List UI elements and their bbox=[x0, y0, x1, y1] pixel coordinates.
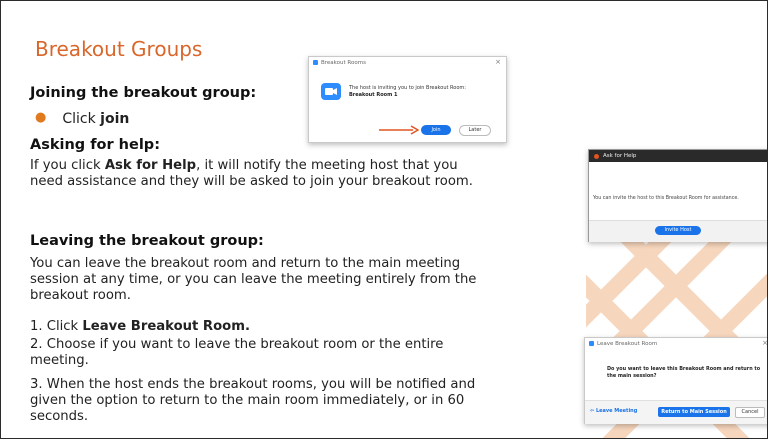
exit-icon: ⇦ bbox=[590, 408, 595, 414]
zoom-app-icon bbox=[313, 60, 318, 65]
leaving-intro: You can leave the breakout room and retu… bbox=[30, 256, 477, 303]
close-icon[interactable]: × bbox=[495, 58, 501, 66]
leaving-step-3: 3. When the host ends the breakout rooms… bbox=[30, 377, 476, 424]
join-keyword: join bbox=[100, 111, 130, 127]
slide: Breakout Groups Joining the breakout gro… bbox=[0, 0, 768, 439]
invite-host-button[interactable]: Invite Host bbox=[655, 226, 701, 235]
leave-dialog-titlebar: Leave Breakout Room bbox=[585, 338, 767, 349]
help-paragraph: If you click Ask for Help, it will notif… bbox=[30, 158, 473, 189]
later-button[interactable]: Later bbox=[459, 125, 491, 136]
joining-heading: Joining the breakout group: bbox=[30, 85, 257, 101]
leave-message: Do you want to leave this Breakout Room … bbox=[607, 366, 761, 379]
invite-dialog-titlebar: Breakout Rooms bbox=[309, 57, 506, 68]
bullet-dot-icon: ● bbox=[35, 110, 47, 125]
leaving-step-1: 1. Click Leave Breakout Room. bbox=[30, 319, 250, 334]
zoom-app-icon bbox=[589, 341, 594, 346]
close-icon[interactable]: × bbox=[762, 339, 767, 347]
join-bullet: ● Click join bbox=[35, 110, 130, 127]
invite-message: The host is inviting you to join Breakou… bbox=[349, 85, 466, 91]
leave-meeting-link[interactable]: ⇦ Leave Meeting bbox=[590, 408, 637, 414]
help-message: You can invite the host to this Breakout… bbox=[593, 196, 739, 201]
invite-dialog: Breakout Rooms × The host is inviting yo… bbox=[308, 56, 507, 143]
leave-breakout-dialog: Leave Breakout Room × Do you want to lea… bbox=[584, 337, 767, 424]
join-button[interactable]: Join bbox=[421, 125, 451, 135]
page-title: Breakout Groups bbox=[35, 37, 203, 61]
help-app-icon bbox=[594, 153, 599, 159]
return-to-main-session-button[interactable]: Return to Main Session bbox=[658, 407, 730, 417]
ask-for-help-dialog: Ask for Help You can invite the host to … bbox=[588, 149, 767, 242]
camera-icon bbox=[321, 83, 341, 100]
help-dialog-titlebar: Ask for Help bbox=[589, 150, 767, 162]
invite-room-name: Breakout Room 1 bbox=[349, 92, 398, 98]
leaving-step-2: 2. Choose if you want to leave the break… bbox=[30, 337, 444, 368]
leaving-heading: Leaving the breakout group: bbox=[30, 233, 264, 249]
arrow-pointer-icon bbox=[379, 125, 419, 135]
help-heading: Asking for help: bbox=[30, 137, 160, 153]
cancel-button[interactable]: Cancel bbox=[735, 407, 765, 418]
